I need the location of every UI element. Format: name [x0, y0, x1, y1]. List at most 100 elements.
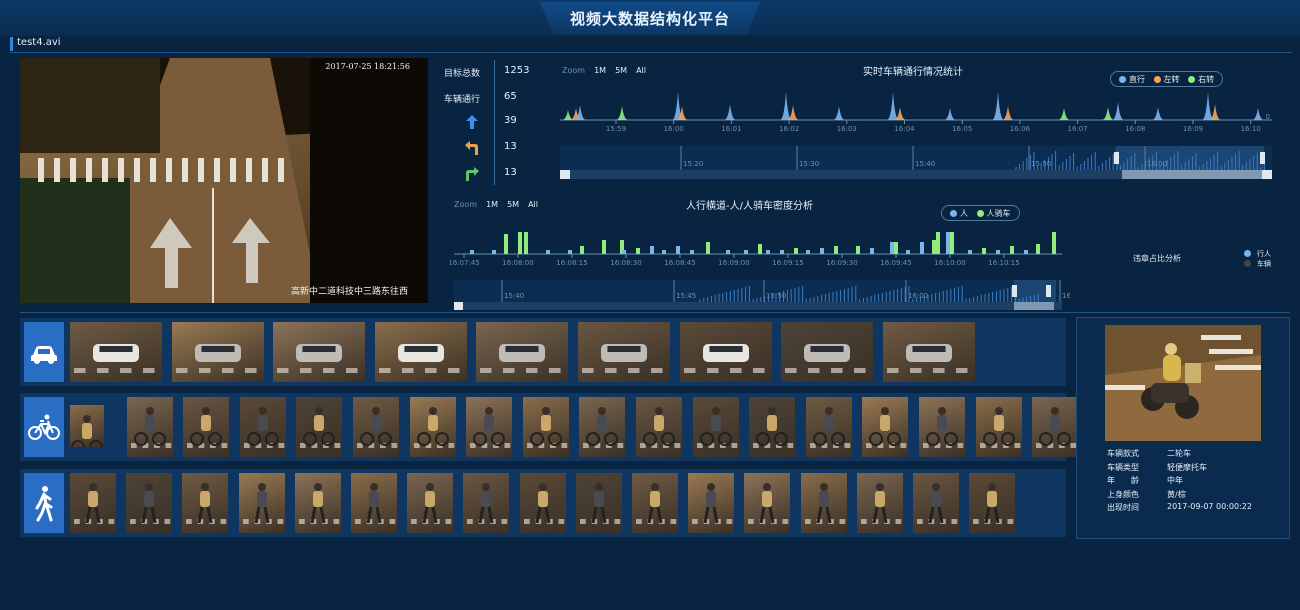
vehicle-thumbnail[interactable] — [882, 322, 975, 382]
scrollbar-thumb[interactable] — [1122, 170, 1262, 179]
series-rider-bar[interactable] — [636, 248, 640, 254]
series-person-bar[interactable] — [996, 250, 1000, 254]
bicycle-thumbnail[interactable] — [126, 397, 173, 457]
series-straight-peak[interactable] — [1112, 102, 1124, 120]
navigator-handle-left[interactable] — [1012, 285, 1017, 297]
vehicle-thumbnail[interactable] — [374, 322, 467, 382]
pedestrian-thumbnail[interactable] — [351, 473, 397, 533]
navigator-handle-right[interactable] — [1260, 152, 1265, 164]
series-rider-bar[interactable] — [758, 244, 762, 254]
series-person-bar[interactable] — [946, 232, 950, 254]
pedestrian-thumbnail[interactable] — [294, 473, 341, 533]
series-rider-bar[interactable] — [950, 232, 954, 254]
vehicle-thumbnail[interactable] — [781, 322, 874, 382]
vehicle-thumbnail[interactable] — [70, 322, 162, 382]
series-rider-bar[interactable] — [936, 232, 940, 254]
series-rider-bar[interactable] — [706, 242, 710, 254]
series-person-bar[interactable] — [546, 250, 550, 254]
legend-right-label[interactable]: 右转 — [1198, 75, 1214, 84]
pedestrian-thumbnail[interactable] — [70, 473, 116, 533]
series-person-bar[interactable] — [920, 242, 924, 254]
series-rider-bar[interactable] — [580, 246, 584, 254]
bicycle-thumbnail[interactable] — [975, 397, 1022, 457]
pedestrian-thumbnail[interactable] — [800, 473, 847, 533]
series-left-peak[interactable] — [1002, 106, 1014, 120]
series-rider-bar[interactable] — [856, 246, 860, 254]
series-person-bar[interactable] — [806, 250, 810, 254]
series-straight-peak[interactable] — [1152, 107, 1164, 120]
pedestrian-thumbnail[interactable] — [856, 473, 903, 533]
series-right-peak[interactable] — [562, 110, 574, 120]
series-right-peak[interactable] — [1058, 108, 1070, 120]
pedestrian-thumbnail[interactable] — [407, 473, 454, 533]
pedestrian-thumbnail[interactable] — [688, 473, 735, 533]
legend-straight-label[interactable]: 直行 — [1129, 75, 1145, 84]
pedestrian-thumbnail[interactable] — [632, 473, 678, 533]
pedestrian-thumbnail[interactable] — [126, 473, 173, 533]
bicycle-thumbnail[interactable] — [70, 405, 104, 447]
series-person-bar[interactable] — [662, 250, 666, 254]
bicycle-thumbnail[interactable] — [409, 397, 456, 457]
series-person-bar[interactable] — [1024, 250, 1028, 254]
series-person-bar[interactable] — [906, 250, 910, 254]
series-person-bar[interactable] — [968, 250, 972, 254]
series-rider-bar[interactable] — [518, 232, 522, 254]
scroll-left-button[interactable] — [560, 170, 570, 179]
series-person-bar[interactable] — [568, 250, 572, 254]
bicycle-thumbnail[interactable] — [239, 397, 286, 457]
navigator[interactable] — [454, 280, 1062, 302]
series-person-bar[interactable] — [676, 246, 680, 254]
ped-chart[interactable]: 16:07:45 16:08:00 16:08:15 16:08:30 16:08:45… — [450, 222, 1070, 310]
zoom-5m-button[interactable]: 5M — [615, 66, 627, 75]
legend-rider-label[interactable]: 人骑车 — [987, 209, 1011, 218]
bicycle-thumbnail[interactable] — [919, 397, 965, 457]
series-straight-peak[interactable] — [724, 104, 736, 120]
scroll-right-button[interactable] — [1262, 170, 1272, 179]
series-rider-bar[interactable] — [894, 242, 898, 254]
pedestrian-thumbnail[interactable] — [182, 473, 229, 533]
pedestrian-thumbnail[interactable] — [575, 473, 622, 533]
navigator-handle-right[interactable] — [1046, 285, 1051, 297]
series-right-peak[interactable] — [1102, 107, 1114, 120]
series-person-bar[interactable] — [870, 248, 874, 254]
series-straight-peak[interactable] — [833, 106, 845, 120]
pedestrian-thumbnail[interactable] — [744, 473, 791, 533]
vehicle-thumbnail[interactable] — [273, 322, 366, 382]
series-person-bar[interactable] — [690, 250, 694, 254]
bicycle-thumbnail[interactable] — [805, 397, 852, 457]
series-person-bar[interactable] — [492, 250, 496, 254]
series-rider-bar[interactable] — [794, 248, 798, 254]
pedestrian-thumbnail[interactable] — [969, 473, 1016, 533]
vehicle-thumbnail[interactable] — [476, 322, 569, 382]
series-person-bar[interactable] — [766, 250, 770, 254]
series-person-bar[interactable] — [622, 250, 626, 254]
bicycle-thumbnail[interactable] — [579, 397, 626, 457]
series-rider-bar[interactable] — [1036, 244, 1040, 254]
pedestrian-thumbnail[interactable] — [463, 473, 510, 533]
series-rider-bar[interactable] — [1010, 246, 1014, 254]
vehicle-thumbnail[interactable] — [679, 322, 772, 382]
bicycle-thumbnail[interactable] — [466, 397, 513, 457]
series-person-bar[interactable] — [890, 242, 894, 254]
bicycle-thumbnail[interactable] — [353, 397, 399, 457]
legend-person-label[interactable]: 人 — [960, 209, 968, 218]
detail-image[interactable] — [1105, 325, 1261, 441]
series-straight-peak[interactable] — [780, 92, 792, 120]
file-tab[interactable]: test4.avi — [10, 37, 61, 51]
legend-left-label[interactable]: 左转 — [1164, 75, 1180, 84]
bicycle-thumbnail[interactable] — [692, 397, 739, 457]
series-rider-bar[interactable] — [834, 246, 838, 254]
zoom-5m-button[interactable]: 5M — [507, 200, 519, 209]
navigator-handle-left[interactable] — [1114, 152, 1119, 164]
series-straight-peak[interactable] — [887, 92, 899, 120]
series-rider-bar[interactable] — [932, 240, 936, 254]
bicycle-thumbnail[interactable] — [183, 397, 230, 457]
bicycle-thumbnail[interactable] — [862, 397, 909, 457]
pedestrian-thumbnail[interactable] — [238, 473, 285, 533]
series-person-bar[interactable] — [726, 250, 730, 254]
bicycle-thumbnail[interactable] — [749, 397, 796, 457]
vehicle-thumbnail[interactable] — [171, 322, 264, 382]
bicycle-thumbnail[interactable] — [1032, 397, 1079, 457]
series-straight-peak[interactable] — [1252, 108, 1264, 120]
video-player[interactable]: 2017-07-25 18:21:56 高新中二道科技中三路东往西 — [20, 58, 428, 303]
